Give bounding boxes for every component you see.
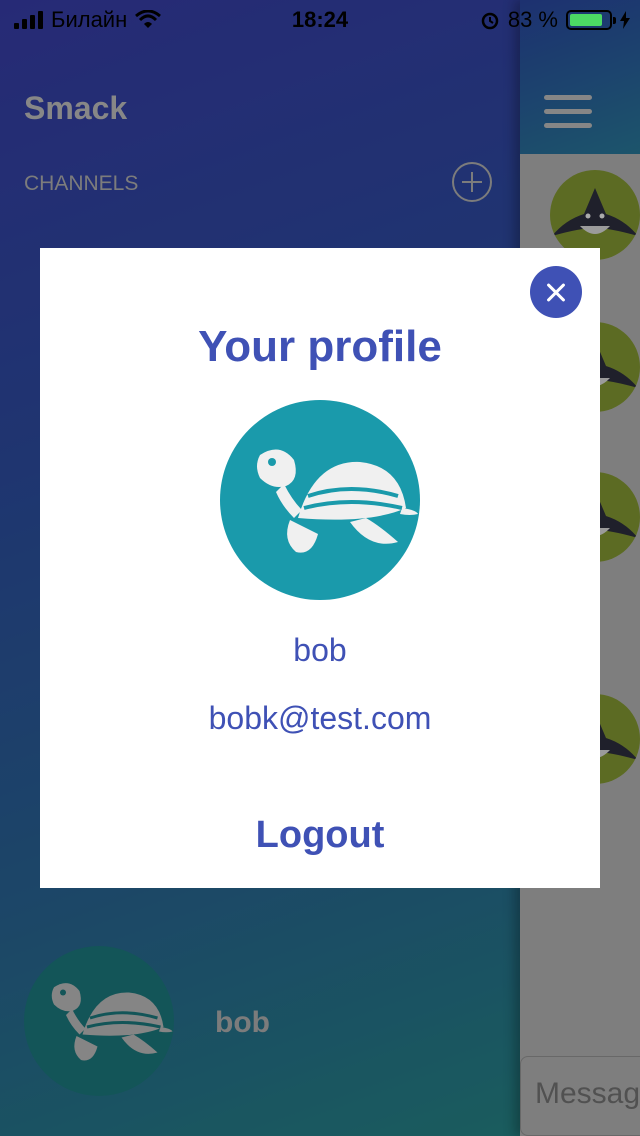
alarm-icon xyxy=(481,12,499,30)
close-icon[interactable] xyxy=(530,266,582,318)
profile-name: bob xyxy=(293,632,347,668)
profile-avatar xyxy=(220,400,420,600)
charging-icon xyxy=(620,11,630,29)
status-bar: Билайн 18:24 83 % xyxy=(0,0,640,40)
turtle-icon xyxy=(257,449,418,553)
profile-modal: Your profile bob bobk@test.com Logout xyxy=(40,248,600,888)
logout-button[interactable]: Logout xyxy=(40,814,600,857)
modal-title: Your profile xyxy=(198,322,442,371)
app-root: Smack CHANNELS bob Messag Билайн 18:24 8… xyxy=(0,0,640,1136)
battery-icon xyxy=(566,10,616,30)
profile-email: bobk@test.com xyxy=(208,700,432,736)
battery-percent: 83 % xyxy=(507,7,558,32)
